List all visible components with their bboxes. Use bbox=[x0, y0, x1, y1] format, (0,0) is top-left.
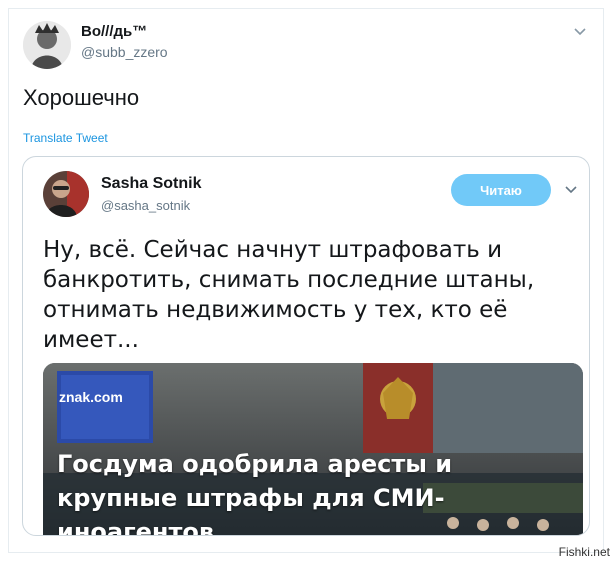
quoted-tweet[interactable]: Sasha Sotnik @sasha_sotnik Читаю Ну, всё… bbox=[22, 156, 590, 536]
avatar-image bbox=[23, 21, 71, 69]
news-image[interactable]: znak.com Госдума одобрила аресты и крупн… bbox=[43, 363, 583, 536]
translate-tweet-link[interactable]: Translate Tweet bbox=[23, 131, 108, 145]
quoted-tweet-text: Ну, всё. Сейчас начнут штрафовать и банк… bbox=[43, 237, 535, 353]
news-headline: Госдума одобрила аресты и крупные штрафы… bbox=[57, 450, 453, 536]
tweet-text: Хорошечно bbox=[23, 85, 140, 110]
news-brand: znak.com bbox=[59, 389, 123, 405]
quoted-author-handle[interactable]: @sasha_sotnik bbox=[101, 198, 190, 213]
chevron-down-icon[interactable] bbox=[571, 23, 589, 41]
quoted-avatar-image bbox=[43, 171, 89, 217]
avatar[interactable] bbox=[23, 21, 71, 69]
chevron-down-icon[interactable] bbox=[565, 181, 577, 199]
tweet-card: Во///дь™ @subb_zzero Хорошечно Translate… bbox=[8, 8, 604, 553]
quoted-avatar[interactable] bbox=[43, 171, 89, 217]
follow-button[interactable]: Читаю bbox=[451, 174, 551, 206]
author-handle[interactable]: @subb_zzero bbox=[81, 44, 168, 60]
quoted-author-display-name[interactable]: Sasha Sotnik bbox=[101, 175, 201, 193]
watermark: Fishki.net bbox=[558, 545, 610, 559]
author-display-name[interactable]: Во///дь™ bbox=[81, 23, 147, 40]
